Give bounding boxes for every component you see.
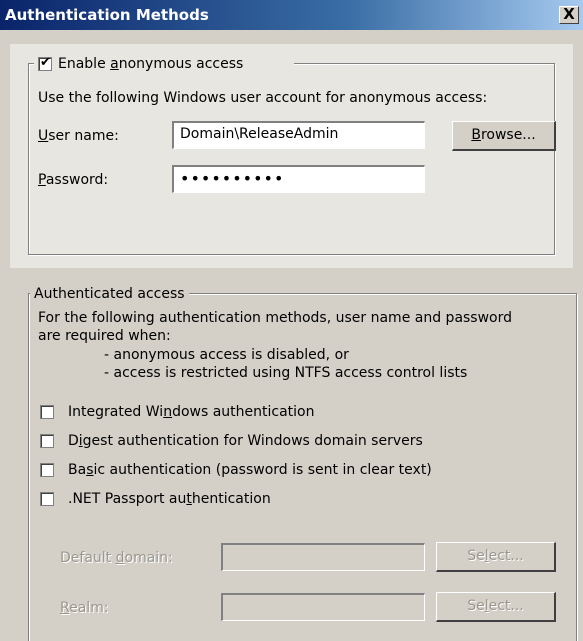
auth-description-line1: For the following authentication methods…	[38, 310, 513, 326]
password-label: Password:	[38, 172, 109, 188]
default-domain-label: Default domain:	[60, 550, 173, 566]
realm-label: Realm:	[60, 600, 109, 616]
checkmark-icon: ✔	[40, 55, 51, 70]
anonymous-description: Use the following Windows user account f…	[38, 90, 488, 106]
basic-auth-checkbox[interactable]	[40, 463, 54, 477]
authentication-methods-dialog: Authentication Methods X ✔ Enable anonym…	[0, 0, 583, 641]
net-passport-auth-checkbox[interactable]	[40, 492, 54, 506]
close-button[interactable]: X	[559, 6, 579, 24]
enable-anonymous-label[interactable]: Enable anonymous access	[58, 55, 243, 73]
digest-auth-checkbox[interactable]	[40, 434, 54, 448]
default-domain-select-button[interactable]: Select...	[436, 542, 556, 572]
password-input[interactable]: ••••••••••	[172, 165, 425, 193]
integrated-windows-auth-checkbox[interactable]	[40, 405, 54, 419]
browse-button[interactable]: Browse...	[452, 121, 556, 151]
basic-auth-label[interactable]: Basic authentication (password is sent i…	[68, 461, 432, 479]
realm-input[interactable]	[221, 593, 425, 621]
net-passport-auth-label[interactable]: .NET Passport authentication	[68, 490, 271, 508]
enable-anonymous-checkbox[interactable]: ✔	[38, 55, 52, 71]
auth-description-line2: are required when:	[38, 328, 171, 344]
username-input[interactable]: Domain\ReleaseAdmin	[172, 121, 425, 149]
realm-select-button[interactable]: Select...	[436, 592, 556, 622]
username-label: User name:	[38, 128, 119, 144]
window-title: Authentication Methods	[5, 6, 209, 24]
close-icon: X	[563, 5, 575, 23]
title-bar[interactable]: Authentication Methods X	[0, 0, 583, 30]
default-domain-input[interactable]	[221, 543, 425, 571]
digest-auth-label[interactable]: Digest authentication for Windows domain…	[68, 432, 423, 450]
auth-bullet-anonymous-disabled: - anonymous access is disabled, or	[104, 347, 349, 363]
authenticated-access-legend: Authenticated access	[30, 285, 189, 303]
integrated-windows-auth-label[interactable]: Integrated Windows authentication	[68, 403, 315, 421]
auth-bullet-ntfs-restricted: - access is restricted using NTFS access…	[104, 365, 468, 381]
